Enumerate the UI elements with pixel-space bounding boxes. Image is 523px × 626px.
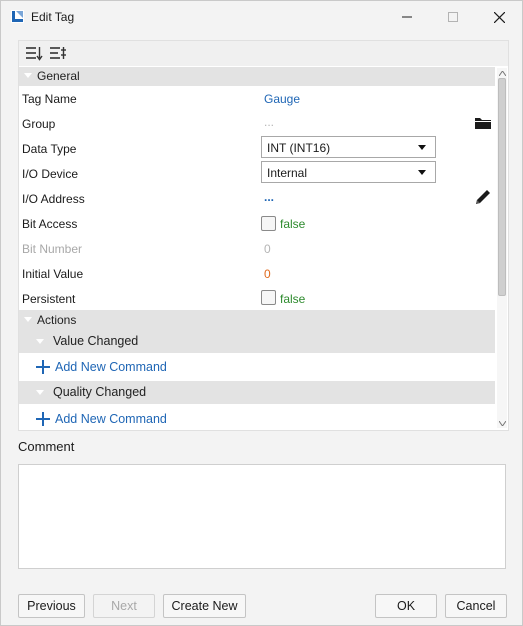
scrollbar-thumb[interactable] [498,78,506,296]
data-type-label: Data Type [22,142,77,156]
minimize-icon [402,16,412,18]
tag-name-label: Tag Name [22,92,77,106]
app-logo-icon [11,10,24,23]
property-grid-toolbar [19,41,508,66]
next-button[interactable]: Next [93,594,155,618]
subcategory-value-changed[interactable]: Value Changed [19,330,495,353]
persistent-label: Persistent [22,292,76,306]
initial-value-value[interactable]: 0 [264,267,271,281]
bit-access-value: false [280,217,306,231]
chevron-down-icon [418,170,426,175]
minimize-button[interactable] [384,1,430,33]
title-bar: Edit Tag [1,1,522,33]
pencil-icon[interactable] [474,188,492,206]
bit-number-label: Bit Number [22,242,83,256]
property-grid-scrollbar[interactable] [497,68,507,428]
category-general[interactable]: General [19,67,495,86]
io-address-label: I/O Address [22,192,85,206]
property-grid: General Tag Name Gauge Group ... Data Ty… [18,40,509,431]
io-address-value[interactable]: ... [264,190,274,204]
data-type-value: INT (INT16) [267,141,331,155]
tag-name-value[interactable]: Gauge [264,92,300,106]
data-type-dropdown[interactable]: INT (INT16) [261,136,436,158]
collapse-triangle-icon[interactable] [36,339,44,344]
previous-button[interactable]: Previous [18,594,85,618]
collapse-triangle-icon[interactable] [36,390,44,395]
collapse-triangle-icon[interactable] [24,317,32,322]
group-value[interactable]: ... [264,115,274,129]
scroll-down-icon[interactable] [497,418,507,428]
create-new-button[interactable]: Create New [163,594,246,618]
initial-value-label: Initial Value [22,267,84,281]
close-icon [493,11,505,23]
comment-label: Comment [18,439,75,454]
folder-icon[interactable] [474,114,492,132]
cancel-button[interactable]: Cancel [445,594,507,618]
chevron-down-icon [418,145,426,150]
edit-tag-dialog: Edit Tag General Tag Name Gauge Group ..… [0,0,523,626]
bit-number-value: 0 [264,242,271,256]
io-device-label: I/O Device [22,167,79,181]
maximize-button[interactable] [430,1,476,33]
category-actions[interactable]: Actions [19,310,495,330]
maximize-icon [448,12,458,22]
sort-alphabetical-icon[interactable] [49,45,67,61]
collapse-triangle-icon[interactable] [24,73,32,78]
io-device-dropdown[interactable]: Internal [261,161,436,183]
comment-textarea[interactable] [18,464,506,569]
persistent-value: false [280,292,306,306]
plus-icon [36,412,50,426]
add-new-command-quality-changed[interactable]: Add New Command [35,410,167,428]
group-label: Group [22,117,56,131]
scroll-up-icon[interactable] [497,68,507,78]
io-device-value: Internal [267,166,308,180]
subcategory-quality-changed[interactable]: Quality Changed [19,381,495,404]
plus-icon [36,360,50,374]
window-title: Edit Tag [31,10,75,24]
bit-access-label: Bit Access [22,217,78,231]
ok-button[interactable]: OK [375,594,437,618]
close-button[interactable] [476,1,522,33]
persistent-checkbox[interactable] [261,290,276,305]
add-new-command-value-changed[interactable]: Add New Command [35,358,167,376]
sort-categorized-icon[interactable] [25,45,43,61]
bit-access-checkbox[interactable] [261,216,276,231]
